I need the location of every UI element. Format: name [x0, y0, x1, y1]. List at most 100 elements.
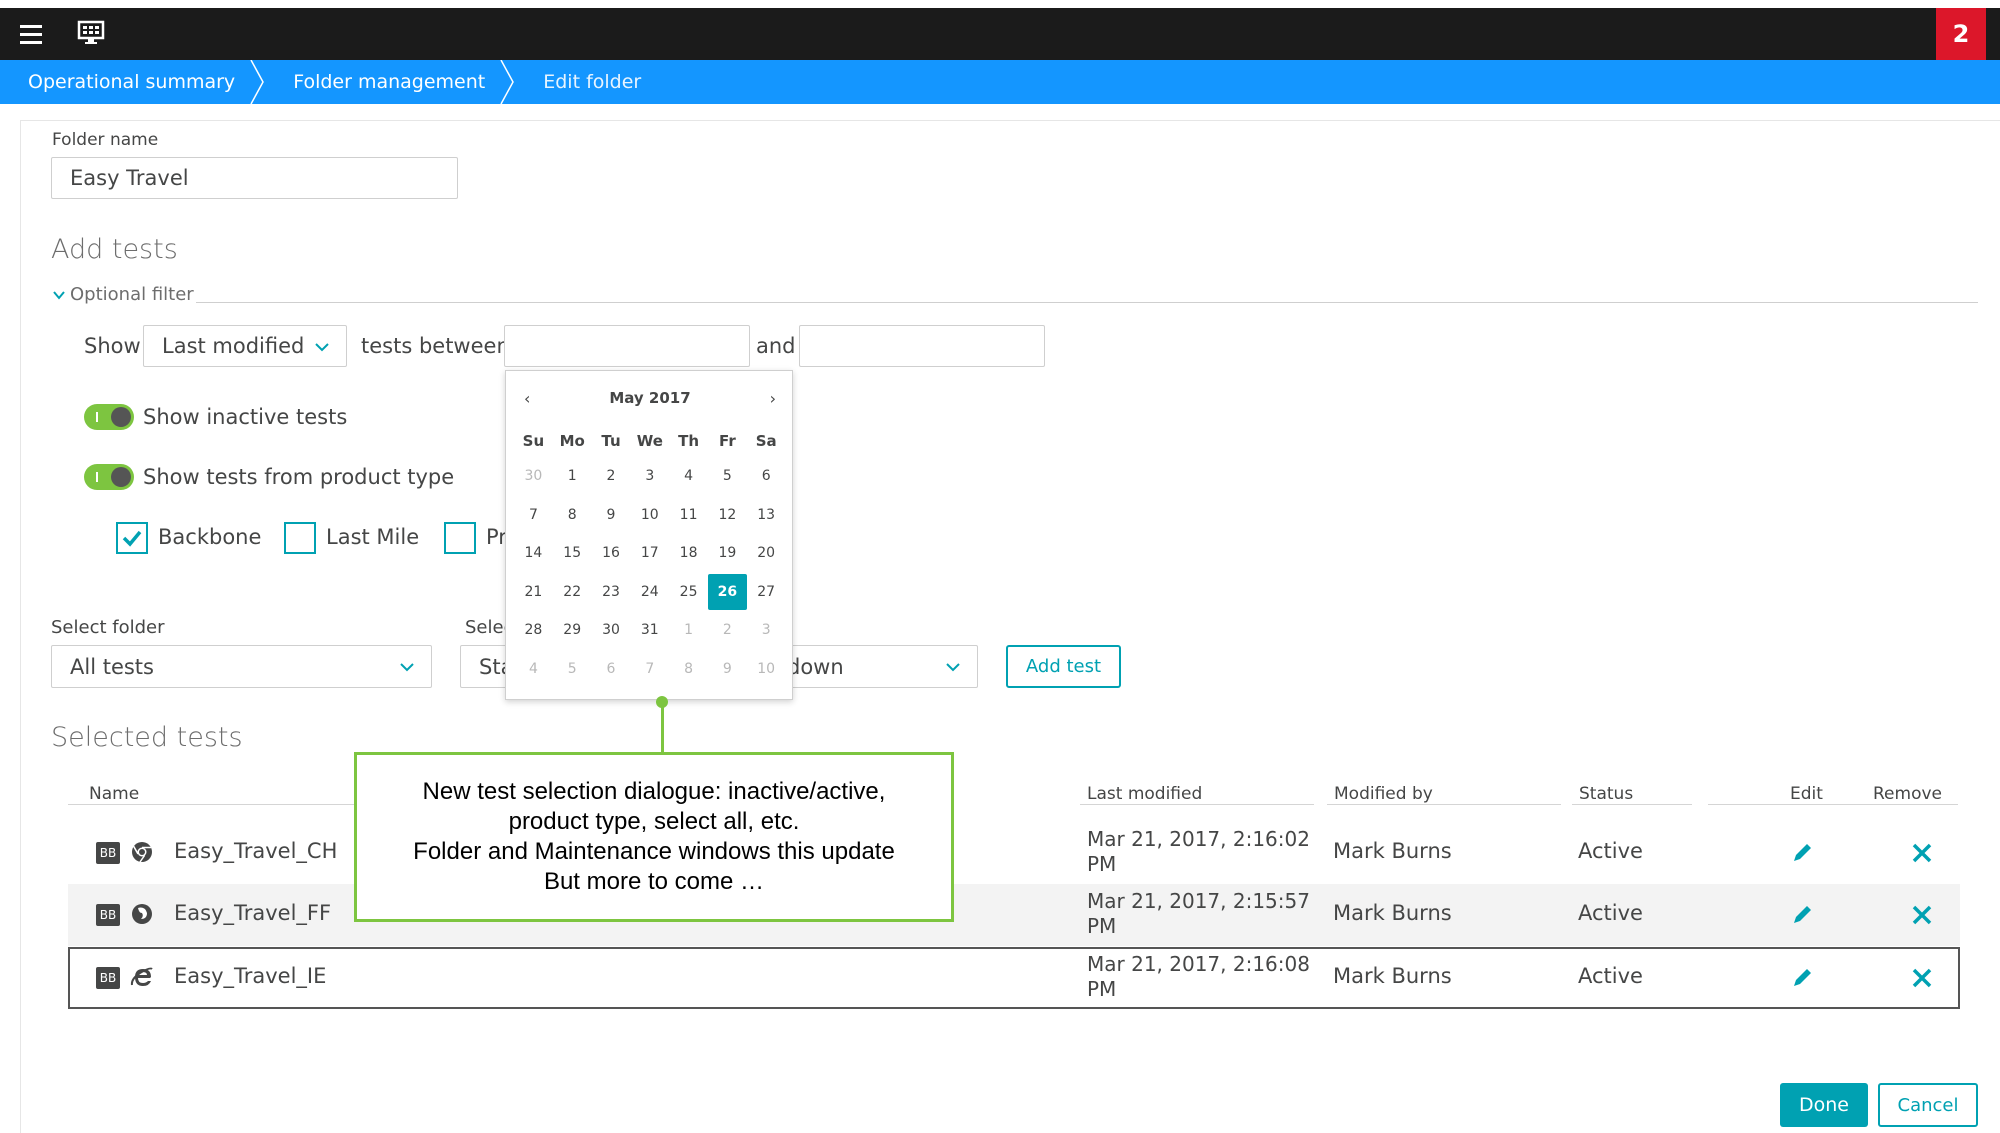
bb-badge: BB — [96, 904, 120, 926]
bb-badge: BB — [96, 842, 120, 864]
table-row-selected[interactable]: BB Easy_Travel_IE Mar 21, 2017, 2:16:08 … — [68, 947, 1960, 1009]
calendar-day[interactable]: 23 — [592, 574, 631, 610]
calendar-day[interactable]: 5 — [708, 458, 747, 494]
breadcrumb-operational-summary[interactable]: Operational summary — [0, 60, 265, 104]
calendar-day[interactable]: 1 — [669, 612, 708, 648]
callout-connector — [661, 700, 664, 752]
pencil-icon[interactable] — [1790, 903, 1814, 927]
table-row[interactable]: BB Easy_Travel_CH Mar 21, 2017, 2:16:02 … — [68, 822, 1960, 884]
top-bar: 2 — [0, 8, 2000, 60]
test-name[interactable]: Easy_Travel_FF — [174, 901, 331, 925]
optional-filter-toggle[interactable]: Optional filter — [52, 284, 194, 305]
calendar-day[interactable]: 8 — [553, 497, 592, 533]
calendar-day[interactable]: 12 — [708, 497, 747, 533]
calendar-day[interactable]: 2 — [592, 458, 631, 494]
calendar-day[interactable]: 10 — [630, 497, 669, 533]
header-divider — [1080, 804, 1314, 805]
backbone-label: Backbone — [158, 525, 262, 549]
calendar-day[interactable]: 16 — [592, 535, 631, 571]
menu-icon[interactable] — [20, 20, 42, 46]
calendar-day[interactable]: 30 — [592, 612, 631, 648]
calendar-day[interactable]: 29 — [553, 612, 592, 648]
col-name[interactable]: Name — [89, 784, 139, 804]
calendar-day[interactable]: 4 — [669, 458, 708, 494]
table-row[interactable]: BB Easy_Travel_FF Mar 21, 2017, 2:15:57 … — [68, 884, 1960, 946]
calendar-day[interactable]: 7 — [514, 497, 553, 533]
calendar-day[interactable]: 27 — [747, 574, 786, 610]
test-name[interactable]: Easy_Travel_IE — [174, 964, 326, 988]
notification-badge[interactable]: 2 — [1936, 8, 1986, 60]
calendar-weekday-row: Su Mo Tu We Th Fr Sa — [514, 425, 786, 457]
weekday-label: Sa — [755, 432, 777, 450]
select-folder-label: Select folder — [51, 617, 165, 638]
calendar-day[interactable]: 9 — [708, 651, 747, 687]
calendar-day[interactable]: 3 — [630, 458, 669, 494]
calendar-day[interactable]: 1 — [553, 458, 592, 494]
done-button[interactable]: Done — [1780, 1083, 1868, 1127]
calendar-day[interactable]: 9 — [592, 497, 631, 533]
calendar-day[interactable]: 24 — [630, 574, 669, 610]
col-modified-by[interactable]: Modified by — [1334, 784, 1433, 804]
pencil-icon[interactable] — [1790, 841, 1814, 865]
select-folder-dropdown[interactable]: All tests — [51, 645, 432, 688]
calendar-day[interactable]: 25 — [669, 574, 708, 610]
last-modified-select[interactable]: Last modified — [143, 325, 347, 367]
calendar-day[interactable]: 2 — [708, 612, 747, 648]
calendar-day[interactable]: 21 — [514, 574, 553, 610]
monitor-icon[interactable] — [76, 18, 106, 48]
calendar-day[interactable]: 17 — [630, 535, 669, 571]
calendar-day[interactable]: 28 — [514, 612, 553, 648]
calendar-day[interactable]: 8 — [669, 651, 708, 687]
close-icon[interactable] — [1911, 904, 1933, 926]
calendar-day[interactable]: 19 — [708, 535, 747, 571]
backbone-checkbox[interactable] — [116, 522, 148, 554]
show-label: Show — [84, 334, 141, 358]
last-mile-label: Last Mile — [326, 525, 420, 549]
end-date-input[interactable] — [799, 325, 1045, 367]
chevron-down-icon — [946, 663, 960, 672]
calendar-day[interactable]: 13 — [747, 497, 786, 533]
calendar-day[interactable]: 6 — [747, 458, 786, 494]
test-name[interactable]: Easy_Travel_CH — [174, 839, 337, 863]
calendar-day[interactable]: 6 — [592, 651, 631, 687]
status-text: Active — [1578, 901, 1643, 925]
pencil-icon[interactable] — [1790, 966, 1814, 990]
product-type-toggle[interactable] — [84, 464, 134, 490]
inactive-tests-toggle[interactable] — [84, 404, 134, 430]
calendar-day[interactable]: 7 — [630, 651, 669, 687]
calendar-week-row: 21 22 23 24 25 26 27 — [514, 573, 786, 612]
add-tests-heading: Add tests — [51, 234, 178, 265]
breadcrumb-folder-management[interactable]: Folder management — [265, 60, 515, 104]
start-date-input[interactable] — [504, 325, 750, 367]
calendar-day[interactable]: 5 — [553, 651, 592, 687]
calendar-day[interactable]: 14 — [514, 535, 553, 571]
calendar-month-title: May 2017 — [609, 389, 691, 407]
calendar-day[interactable]: 3 — [747, 612, 786, 648]
third-product-checkbox[interactable] — [444, 522, 476, 554]
calendar-week-row: 30 1 2 3 4 5 6 — [514, 457, 786, 496]
col-last-modified[interactable]: Last modified — [1087, 784, 1202, 804]
date-picker: ‹ May 2017 › Su Mo Tu We Th Fr Sa 30 1 2 3 4 5 6 7 8 9 10… — [505, 370, 793, 700]
calendar-day[interactable]: 11 — [669, 497, 708, 533]
calendar-day[interactable]: 10 — [747, 651, 786, 687]
folder-name-input[interactable]: Easy Travel — [51, 157, 458, 199]
calendar-day[interactable]: 30 — [514, 458, 553, 494]
calendar-day[interactable]: 4 — [514, 651, 553, 687]
calendar-day[interactable]: 31 — [630, 612, 669, 648]
bb-badge: BB — [96, 967, 120, 989]
calendar-grid: Su Mo Tu We Th Fr Sa 30 1 2 3 4 5 6 7 8 9 10 11 12 13 14 15 16 1… — [514, 425, 786, 688]
cancel-button[interactable]: Cancel — [1878, 1083, 1978, 1127]
add-test-button[interactable]: Add test — [1006, 645, 1121, 688]
calendar-day[interactable]: 15 — [553, 535, 592, 571]
calendar-day-selected[interactable]: 26 — [707, 573, 747, 610]
calendar-week-row: 28 29 30 31 1 2 3 — [514, 611, 786, 650]
calendar-day[interactable]: 22 — [553, 574, 592, 610]
weekday-label: Mo — [559, 432, 585, 450]
col-status[interactable]: Status — [1579, 784, 1633, 804]
calendar-day[interactable]: 18 — [669, 535, 708, 571]
last-mile-checkbox[interactable] — [284, 522, 316, 554]
calendar-day[interactable]: 20 — [747, 535, 786, 571]
next-month-button[interactable]: › — [770, 389, 776, 408]
close-icon[interactable] — [1911, 967, 1933, 989]
close-icon[interactable] — [1911, 842, 1933, 864]
